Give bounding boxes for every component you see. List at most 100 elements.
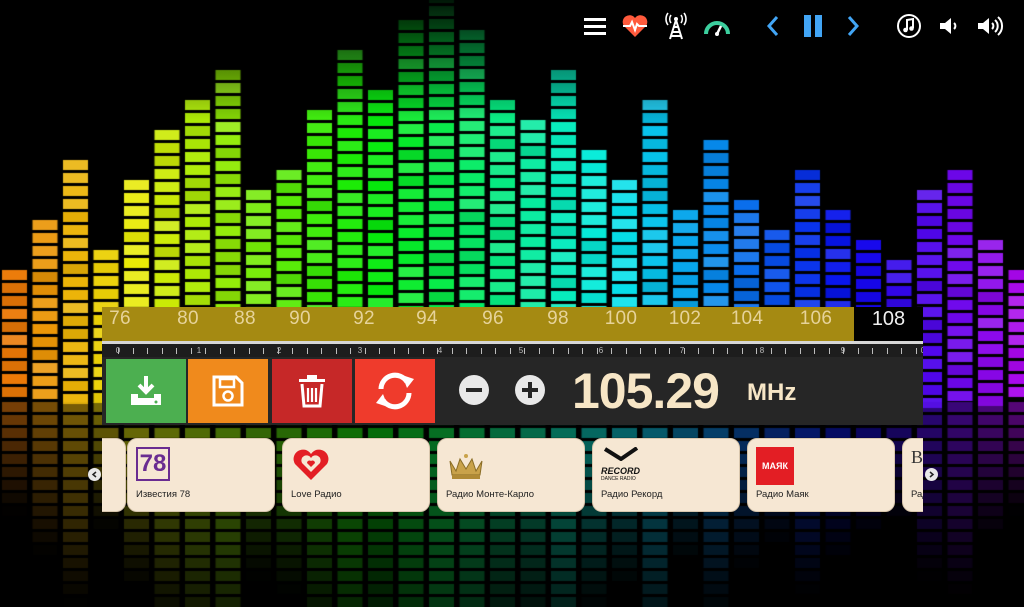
- heart-pulse-icon[interactable]: [619, 8, 651, 44]
- scale-tick: [524, 348, 525, 354]
- volume-up-icon[interactable]: [974, 8, 1006, 44]
- pause-icon[interactable]: [797, 8, 829, 44]
- scale-tick: [162, 348, 163, 354]
- scale-label: 100: [605, 308, 638, 330]
- scale-tick-number: 5: [519, 346, 523, 355]
- scale-tick: [321, 348, 322, 354]
- scale-tick-number: 8: [760, 346, 764, 355]
- scale-tick-number: 0: [116, 346, 120, 355]
- station-name: Радио Маяк: [756, 489, 809, 500]
- scale-tick: [336, 348, 337, 354]
- scale-label: 92: [353, 308, 375, 330]
- trash-icon: [297, 374, 327, 408]
- menu-icon[interactable]: [579, 8, 611, 44]
- record-swoosh-icon: [601, 447, 641, 461]
- mayak-logo: МАЯК: [756, 447, 794, 485]
- refresh-button[interactable]: [355, 359, 435, 423]
- scale-tick: [858, 348, 859, 354]
- station-card[interactable]: МАЯК Радио Маяк: [747, 438, 895, 512]
- music-icon[interactable]: [893, 8, 925, 44]
- scale-tick: [481, 348, 482, 354]
- stations-prev-button[interactable]: [88, 468, 101, 481]
- scale-tick-number: 4: [438, 346, 442, 355]
- scale-tick: [191, 348, 192, 354]
- scale-label: 88: [234, 308, 256, 330]
- scale-tick: [176, 348, 177, 354]
- love-radio-logo: [291, 447, 331, 485]
- station-card[interactable]: 78 Известия 78: [127, 438, 275, 512]
- volume-down-icon[interactable]: [934, 8, 966, 44]
- frequency-decrease-button[interactable]: [459, 375, 489, 405]
- scale-label: 76: [109, 308, 131, 330]
- save-button[interactable]: [188, 359, 268, 423]
- top-toolbar: [0, 8, 1024, 44]
- scale-tick: [553, 348, 554, 354]
- scale-label: 104: [731, 308, 764, 330]
- scale-tick: [582, 348, 583, 354]
- delete-button[interactable]: [272, 359, 352, 423]
- scale-tick: [814, 348, 815, 354]
- frequency-increase-button[interactable]: [515, 375, 545, 405]
- station-card[interactable]: RECORD DANCE RADIO Радио Рекорд: [592, 438, 740, 512]
- scale-tick: [495, 348, 496, 354]
- scale-label: 106: [800, 308, 833, 330]
- station-logo: ВЕ: [911, 447, 923, 485]
- scale-tick-number: 9: [841, 346, 845, 355]
- scale-tick: [205, 348, 206, 354]
- station-card[interactable]: [102, 438, 126, 512]
- scale-tick: [626, 348, 627, 354]
- frequency-unit: MHz: [747, 359, 796, 425]
- download-button[interactable]: [106, 359, 186, 423]
- scale-tick: [133, 348, 134, 354]
- record-logo: RECORD DANCE RADIO: [601, 447, 649, 485]
- scale-tick: [423, 348, 424, 354]
- scale-tick: [756, 348, 757, 354]
- scale-tick: [220, 348, 221, 354]
- scale-label: 80: [177, 308, 199, 330]
- scale-tick: [365, 348, 366, 354]
- signal-gauge-icon[interactable]: [701, 8, 733, 44]
- tuner-panel: 76 80 88 90 92 94 96 98 100 102 104 106 …: [102, 307, 923, 425]
- station-name: Love Радио: [291, 489, 342, 500]
- scale-tick: [785, 348, 786, 354]
- scale-tick: [800, 348, 801, 354]
- scale-tick: [539, 348, 540, 354]
- scale-label: 96: [482, 308, 504, 330]
- stations-list: 78 Известия 78 Love Радио Радио Монте-Ка…: [102, 436, 923, 516]
- scale-tick-number: 0: [921, 346, 923, 355]
- scale-tick: [263, 348, 264, 354]
- station-name: Радио Монте-Карло: [446, 489, 534, 500]
- scale-tick-number: 1: [197, 346, 201, 355]
- station-card[interactable]: Радио Монте-Карло: [437, 438, 585, 512]
- station-card[interactable]: Love Радио: [282, 438, 430, 512]
- station-name: Известия 78: [136, 489, 190, 500]
- scale-tick: [307, 348, 308, 354]
- izvestia-logo: 78: [136, 447, 170, 481]
- scale-tick: [234, 348, 235, 354]
- scale-tick-number: 7: [680, 346, 684, 355]
- scale-tick-number: 6: [599, 346, 603, 355]
- scale-tick: [452, 348, 453, 354]
- scale-tick: [408, 348, 409, 354]
- scale-tick: [742, 348, 743, 354]
- scale-tick: [727, 348, 728, 354]
- frequency-scale[interactable]: 76 80 88 90 92 94 96 98 100 102 104 106 …: [102, 307, 923, 341]
- chevron-right-icon[interactable]: [837, 8, 869, 44]
- scale-tick: [713, 348, 714, 354]
- scale-label: 90: [289, 308, 311, 330]
- chevron-left-icon[interactable]: [757, 8, 789, 44]
- scale-ticks: 0 1 2 3 4 5 6 7 8 9 0: [102, 341, 923, 357]
- refresh-icon: [374, 371, 416, 411]
- scale-tick: [669, 348, 670, 354]
- scale-tick: [872, 348, 873, 354]
- station-card[interactable]: ВЕ Рад: [902, 438, 923, 512]
- crown-logo: [446, 447, 486, 485]
- stations-next-button[interactable]: [925, 468, 938, 481]
- scale-tick: [147, 348, 148, 354]
- scale-tick: [249, 348, 250, 354]
- scale-tick-number: 3: [358, 346, 362, 355]
- scale-label: 94: [416, 308, 438, 330]
- scale-tick: [611, 348, 612, 354]
- scale-label: 102: [669, 308, 702, 330]
- radio-tower-icon[interactable]: [660, 8, 692, 44]
